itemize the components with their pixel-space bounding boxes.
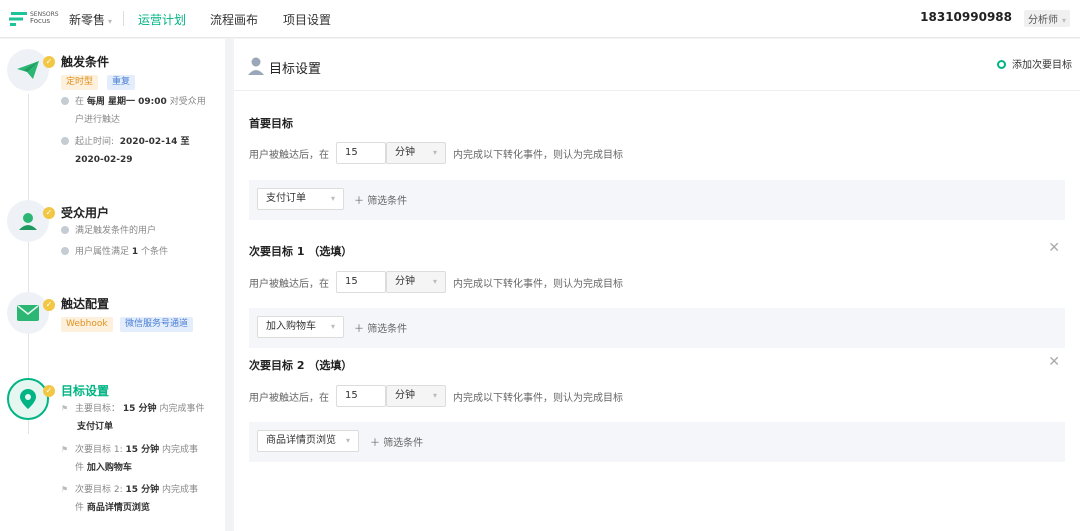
nav-flow-canvas[interactable]: 流程画布 xyxy=(210,11,258,28)
step-goal-title[interactable]: 目标设置 xyxy=(61,382,109,399)
audience-detail-1: 满足触发条件的用户 xyxy=(61,222,156,240)
goal-rule-prefix: 用户被触达后，在 xyxy=(249,150,329,161)
goal-time-unit-select[interactable]: 分钟 ▾ xyxy=(386,271,446,293)
trigger-schedule: 在 每周 星期一 09:00 对受众用 xyxy=(61,93,206,111)
event-select[interactable]: 商品详情页浏览 ▾ xyxy=(257,430,359,452)
goal-primary-summary: ⚑ 主要目标： 15 分钟 内完成事件 xyxy=(61,400,204,418)
step-audience-icon[interactable] xyxy=(7,200,49,242)
goal-time-input[interactable]: 15 xyxy=(336,385,386,407)
goal-time-input[interactable]: 15 xyxy=(336,142,386,164)
chevron-down-icon: ▾ xyxy=(345,436,350,445)
chevron-down-icon: ▾ xyxy=(432,277,437,286)
plus-icon xyxy=(997,60,1006,69)
chevron-down-icon: ▾ xyxy=(432,148,437,157)
panel-header: 目标设置 添加次要目标 xyxy=(234,39,1080,91)
tag-webhook: Webhook xyxy=(61,317,113,332)
top-bar: SENSORS Focus 新零售 ▾ 运营计划 流程画布 项目设置 183109… xyxy=(0,0,1080,38)
goal-rule-prefix: 用户被触达后，在 xyxy=(249,393,329,404)
step-reach-icon[interactable] xyxy=(7,292,49,334)
goal-settings-panel: 目标设置 添加次要目标 首要目标 用户被触达后，在 15 分钟 ▾ 内完成以下转化… xyxy=(234,39,1080,531)
location-pin-icon xyxy=(20,389,36,409)
nav-operation-plan[interactable]: 运营计划 xyxy=(138,11,186,28)
user-icon xyxy=(248,57,264,75)
goal-rule-suffix: 内完成以下转化事件，则认为完成目标 xyxy=(453,150,623,161)
step-audience-title[interactable]: 受众用户 xyxy=(61,204,109,221)
goal-sec2-summary: ⚑ 次要目标 2: 15 分钟 内完成事 xyxy=(61,481,198,499)
role-selector[interactable]: 分析师 ▾ xyxy=(1023,10,1070,27)
user-icon xyxy=(61,226,69,234)
add-filter-button[interactable]: ＋ 筛选条件 xyxy=(354,320,407,335)
tag-scheduled: 定时型 xyxy=(61,75,99,90)
step-trigger-icon[interactable] xyxy=(7,49,49,91)
goal-rule-suffix: 内完成以下转化事件，则认为完成目标 xyxy=(453,393,623,404)
step-sidebar: ✓ 触发条件 定时型 重复 在 每周 星期一 09:00 对受众用 户进行触达 … xyxy=(0,39,225,531)
chevron-down-icon: ▾ xyxy=(1061,16,1066,25)
chevron-down-icon: ▾ xyxy=(330,194,335,203)
flag-icon: ⚑ xyxy=(61,445,69,454)
chevron-down-icon: ▾ xyxy=(432,391,437,400)
goal-event-bar: 支付订单 ▾ ＋ 筛选条件 xyxy=(249,180,1065,220)
step-trigger-title[interactable]: 触发条件 xyxy=(61,53,109,70)
trigger-period-end: 2020-02-29 xyxy=(75,155,133,165)
flag-icon: ⚑ xyxy=(61,404,69,413)
goal-time-unit-select[interactable]: 分钟 ▾ xyxy=(386,142,446,164)
event-select[interactable]: 支付订单 ▾ xyxy=(257,188,344,210)
role-label: 分析师 xyxy=(1027,15,1058,26)
chevron-down-icon: ▾ xyxy=(330,322,335,331)
secondary-goal-1-title: 次要目标 1 （选填） xyxy=(249,245,353,258)
primary-goal-title: 首要目标 xyxy=(249,117,293,130)
add-filter-button[interactable]: ＋ 筛选条件 xyxy=(370,434,423,449)
trigger-period: 起止时间: 2020-02-14 至 xyxy=(61,133,189,151)
tag-wechat: 微信服务号通道 xyxy=(120,317,194,332)
secondary-goal-2-title: 次要目标 2 （选填） xyxy=(249,359,353,372)
page-title: 目标设置 xyxy=(269,62,322,77)
tag-repeat: 重复 xyxy=(107,75,136,90)
check-icon: ✓ xyxy=(43,299,55,311)
logo-line2: Focus xyxy=(30,17,50,25)
clock-icon xyxy=(61,97,69,105)
project-selector[interactable]: 新零售 ▾ xyxy=(69,11,112,28)
goal-rule-suffix: 内完成以下转化事件，则认为完成目标 xyxy=(453,279,623,290)
check-icon: ✓ xyxy=(43,385,55,397)
goal-time-input[interactable]: 15 xyxy=(336,271,386,293)
audience-detail-2: 用户属性满足 1 个条件 xyxy=(61,243,168,261)
paper-plane-icon xyxy=(17,61,39,79)
chevron-down-icon: ▾ xyxy=(108,17,113,26)
trigger-schedule-cont: 户进行触达 xyxy=(75,115,121,125)
project-name: 新零售 xyxy=(69,13,106,27)
clock-icon xyxy=(61,137,69,145)
user-icon xyxy=(61,247,69,255)
goal-time-unit-select[interactable]: 分钟 ▾ xyxy=(386,385,446,407)
goal-event-bar: 加入购物车 ▾ ＋ 筛选条件 xyxy=(249,308,1065,348)
step-reach-title[interactable]: 触达配置 xyxy=(61,295,109,312)
user-icon xyxy=(19,213,37,230)
add-secondary-goal-button[interactable]: 添加次要目标 xyxy=(997,56,1072,71)
goal-sec2-event: 件 商品详情页浏览 xyxy=(75,503,150,513)
goal-sec1-event: 件 加入购物车 xyxy=(75,463,132,473)
goal-rule-prefix: 用户被触达后，在 xyxy=(249,279,329,290)
goal-primary-event: 支付订单 xyxy=(77,422,114,432)
close-icon[interactable]: ✕ xyxy=(1048,240,1060,256)
sensors-focus-logo[interactable]: SENSORS Focus xyxy=(9,10,59,28)
step-goal-icon[interactable] xyxy=(7,378,49,420)
goal-sec1-summary: ⚑ 次要目标 1: 15 分钟 内完成事 xyxy=(61,441,198,459)
close-icon[interactable]: ✕ xyxy=(1048,354,1060,370)
check-icon: ✓ xyxy=(43,207,55,219)
logo-icon xyxy=(9,12,27,26)
nav-project-settings[interactable]: 项目设置 xyxy=(283,11,331,28)
goal-event-bar: 商品详情页浏览 ▾ ＋ 筛选条件 xyxy=(249,422,1065,462)
flag-icon: ⚑ xyxy=(61,485,69,494)
divider xyxy=(123,11,124,26)
add-filter-button[interactable]: ＋ 筛选条件 xyxy=(354,192,407,207)
account-phone[interactable]: 18310990988 xyxy=(920,10,1012,24)
mail-icon xyxy=(17,305,39,321)
event-select[interactable]: 加入购物车 ▾ xyxy=(257,316,344,338)
check-icon: ✓ xyxy=(43,56,55,68)
